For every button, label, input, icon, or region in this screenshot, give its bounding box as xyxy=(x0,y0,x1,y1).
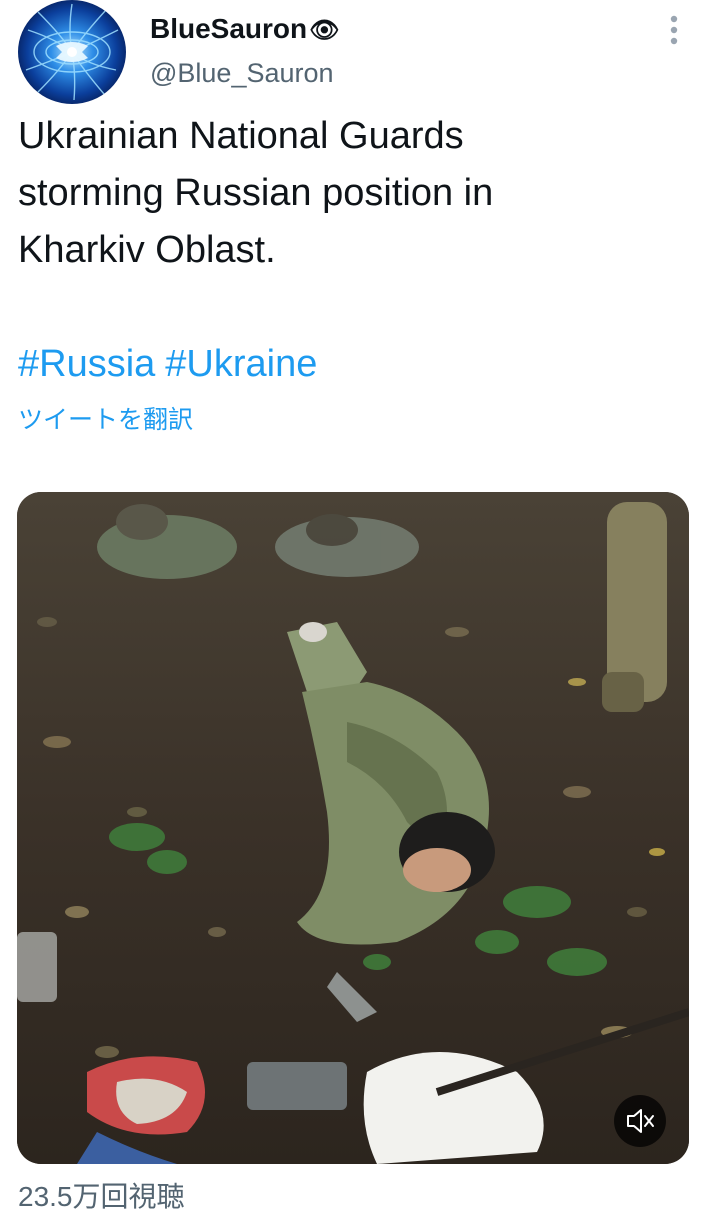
tweet-text-line: storming Russian position in xyxy=(18,172,494,214)
display-name-text: BlueSauron xyxy=(150,13,308,44)
translate-tweet-link[interactable]: ツイートを翻訳 xyxy=(18,402,193,438)
video-frame-soldiers-lying-on-forest-floor xyxy=(17,492,689,1164)
mute-toggle-button[interactable] xyxy=(614,1095,666,1147)
hashtag-ukraine[interactable]: #Ukraine xyxy=(165,343,317,385)
tweet-text-line: Kharkiv Oblast. xyxy=(18,229,276,271)
video-player[interactable] xyxy=(17,492,689,1164)
more-button[interactable] xyxy=(656,12,692,48)
display-name[interactable]: BlueSauron👁 xyxy=(150,12,340,48)
avatar[interactable] xyxy=(18,0,126,104)
tweet-text: Ukrainian National Guards storming Russi… xyxy=(18,108,688,279)
hashtags: #Russia #Ukraine xyxy=(18,336,327,393)
tweet-text-line: Ukrainian National Guards xyxy=(18,115,464,157)
user-handle[interactable]: @Blue_Sauron xyxy=(150,56,334,90)
view-count: 23.5万回視聴 xyxy=(18,1181,185,1212)
blue-energy-orb-avatar-icon xyxy=(18,0,126,104)
more-vertical-icon xyxy=(670,15,678,45)
hashtag-russia[interactable]: #Russia xyxy=(18,343,155,385)
eye-emoji: 👁 xyxy=(309,17,340,44)
speaker-muted-icon xyxy=(627,1109,654,1133)
